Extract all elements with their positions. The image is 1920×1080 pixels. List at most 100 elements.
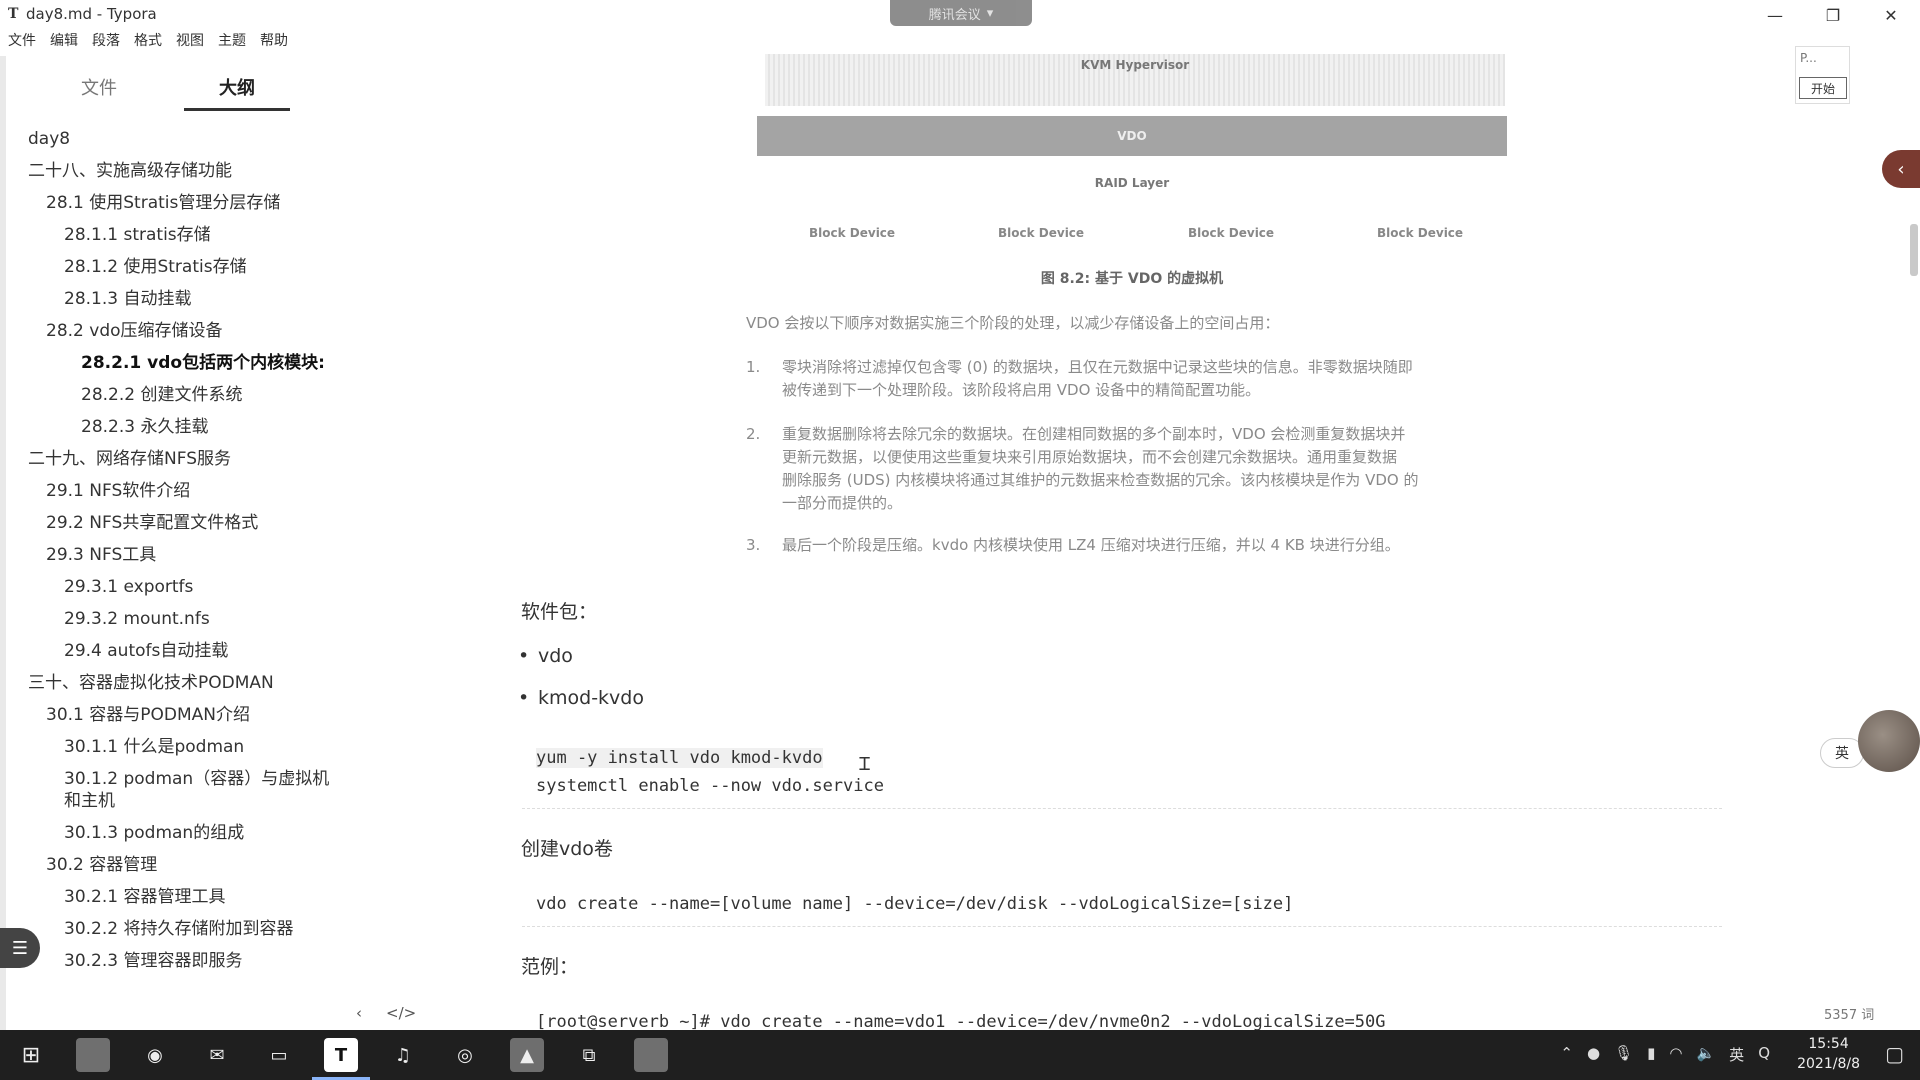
- app-thumbnail-icon[interactable]: [76, 1038, 110, 1072]
- figure-block-device: Block Device: [998, 226, 1085, 240]
- typora-app-icon: T: [8, 6, 19, 22]
- menu-edit[interactable]: 编辑: [50, 30, 78, 54]
- code-block-install[interactable]: yum -y install vdo kmod-kvdo systemctl e…: [536, 744, 884, 800]
- outline-item[interactable]: 29.1 NFS软件介绍: [22, 480, 332, 502]
- tray-app-icon[interactable]: ●: [1587, 1044, 1600, 1065]
- code-block-border: [522, 926, 1722, 927]
- word-count[interactable]: 5357 词: [1824, 1004, 1874, 1023]
- scrollbar-thumb[interactable]: [1910, 224, 1918, 276]
- outline-item[interactable]: 28.1.1 stratis存储: [22, 224, 332, 246]
- start-button[interactable]: 开始: [1799, 77, 1847, 99]
- outline-item[interactable]: 三十、容器虚拟化技术PODMAN: [22, 672, 332, 694]
- outline-item[interactable]: 28.2.1 vdo包括两个内核模块:: [22, 352, 332, 374]
- list-item: vdo: [518, 645, 573, 667]
- outline-item[interactable]: 29.2 NFS共享配置文件格式: [22, 512, 332, 534]
- input-language[interactable]: 英: [1729, 1044, 1744, 1065]
- outline-toggle-icon[interactable]: ☰: [0, 928, 40, 968]
- outline-item[interactable]: 30.1.2 podman（容器）与虚拟机和主机: [22, 768, 332, 812]
- floating-panel: P... 开始: [1795, 46, 1850, 104]
- step-3-line-1: 最后一个阶段是压缩。kvdo 内核模块使用 LZ4 压缩对块进行压缩，并以 4 …: [782, 536, 1400, 554]
- outline-item[interactable]: 29.3.2 mount.nfs: [22, 608, 332, 630]
- outline-list: day8 二十八、实施高级存储功能 28.1 使用Stratis管理分层存储 28.1…: [22, 128, 332, 982]
- outline-item[interactable]: 28.1.2 使用Stratis存储: [22, 256, 332, 278]
- outline-item[interactable]: 二十八、实施高级存储功能: [22, 160, 332, 182]
- step-2-line-2: 更新元数据，以便使用这些重复块来引用原始数据块，而不会创建冗余数据块。通用重复数…: [782, 448, 1398, 466]
- qq-icon[interactable]: Q: [1758, 1044, 1770, 1065]
- avatar[interactable]: [1858, 710, 1920, 772]
- minimize-button[interactable]: —: [1746, 0, 1804, 30]
- restore-button[interactable]: ❐: [1804, 0, 1862, 30]
- outline-item[interactable]: day8: [22, 128, 332, 150]
- list-item: kmod-kvdo: [518, 687, 644, 709]
- chevron-up-icon[interactable]: ⌃: [1560, 1044, 1573, 1065]
- outline-item[interactable]: 28.2.2 创建文件系统: [22, 384, 332, 406]
- photos-icon[interactable]: ▲: [510, 1038, 544, 1072]
- menu-view[interactable]: 视图: [176, 30, 204, 54]
- outline-item[interactable]: 29.4 autofs自动挂载: [22, 640, 332, 662]
- outline-item[interactable]: 30.2 容器管理: [22, 854, 332, 876]
- meeting-toolbar[interactable]: 腾讯会议 ▾: [890, 0, 1032, 26]
- outline-item[interactable]: 30.1.1 什么是podman: [22, 736, 332, 758]
- code-block-example[interactable]: [root@serverb ~]# vdo create --name=vdo1…: [536, 1008, 1386, 1030]
- microphone-icon[interactable]: 🎙: [1614, 1044, 1633, 1065]
- folder-icon[interactable]: ▭: [262, 1038, 296, 1072]
- collapse-sidebar-icon[interactable]: ‹: [356, 1004, 362, 1022]
- code-line: yum -y install vdo kmod-kvdo: [536, 748, 823, 768]
- example-heading: 范例：: [521, 956, 579, 978]
- wifi-icon[interactable]: ◠: [1669, 1044, 1682, 1065]
- outline-item[interactable]: 30.2.1 容器管理工具: [22, 886, 332, 908]
- swirl-app-icon[interactable]: ◎: [448, 1038, 482, 1072]
- figure-vdo-layer: VDO: [757, 116, 1507, 156]
- create-vdo-heading: 创建vdo卷: [521, 838, 613, 860]
- figure-raid-layer: RAID Layer: [1094, 176, 1170, 190]
- panel-label: P...: [1800, 51, 1817, 65]
- notification-icon[interactable]: ▢: [1885, 1042, 1904, 1066]
- windows-start-icon[interactable]: ⊞: [14, 1038, 48, 1072]
- menu-help[interactable]: 帮助: [260, 30, 288, 54]
- close-button[interactable]: ✕: [1862, 0, 1920, 30]
- chrome-icon[interactable]: ◉: [138, 1038, 172, 1072]
- battery-icon[interactable]: ▮: [1647, 1044, 1655, 1065]
- app-thumbnail-icon[interactable]: [634, 1038, 668, 1072]
- outline-item[interactable]: 二十九、网络存储NFS服务: [22, 448, 332, 470]
- system-tray: ⌃ ● 🎙 ▮ ◠ 🔈 英 Q: [1560, 1044, 1770, 1065]
- outline-item[interactable]: 30.2.2 将持久存储附加到容器: [22, 918, 332, 940]
- outline-item[interactable]: 30.1.3 podman的组成: [22, 822, 332, 844]
- outline-item[interactable]: 28.1 使用Stratis管理分层存储: [22, 192, 332, 214]
- meeting-label: 腾讯会议: [928, 7, 981, 23]
- step-1-line-1: 零块消除将过滤掉仅包含零 (0) 的数据块，且仅在元数据中记录这些块的信息。非零…: [782, 358, 1413, 376]
- outline-item[interactable]: 29.3 NFS工具: [22, 544, 332, 566]
- outline-item[interactable]: 30.1 容器与PODMAN介绍: [22, 704, 332, 726]
- menu-bar: 文件 编辑 段落 格式 视图 主题 帮助: [0, 30, 302, 54]
- figure-block-device: Block Device: [1188, 226, 1275, 240]
- tab-outline[interactable]: 大纲: [184, 74, 290, 111]
- outline-item[interactable]: 29.3.1 exportfs: [22, 576, 332, 598]
- code-line: systemctl enable --now vdo.service: [536, 776, 884, 796]
- packages-heading: 软件包：: [521, 601, 598, 623]
- menu-paragraph[interactable]: 段落: [92, 30, 120, 54]
- sidebar: 文件 大纲 day8 二十八、实施高级存储功能 28.1 使用Stratis管理分层…: [0, 56, 416, 1030]
- menu-theme[interactable]: 主题: [218, 30, 246, 54]
- outline-item[interactable]: 30.2.3 管理容器即服务: [22, 950, 332, 972]
- scrollbar[interactable]: [1912, 56, 1920, 1026]
- clock-date: 2021/8/8: [1797, 1056, 1860, 1072]
- clock-time: 15:54: [1808, 1036, 1849, 1052]
- outline-item[interactable]: 28.2.3 永久挂载: [22, 416, 332, 438]
- clock[interactable]: 15:54 2021/8/8: [1797, 1034, 1860, 1074]
- volume-icon[interactable]: 🔈: [1696, 1044, 1715, 1065]
- code-block-create[interactable]: vdo create --name=[volume name] --device…: [536, 890, 1293, 918]
- step-2-line-4: 一部分而提供的。: [782, 494, 903, 512]
- outline-item[interactable]: 28.1.3 自动挂载: [22, 288, 332, 310]
- figure-caption: 图 8.2: 基于 VDO 的虚拟机: [1040, 271, 1224, 287]
- outline-item[interactable]: 28.2 vdo压缩存储设备: [22, 320, 332, 342]
- vmware-icon[interactable]: ⧉: [572, 1038, 606, 1072]
- source-code-icon[interactable]: </>: [386, 1004, 416, 1022]
- tab-files[interactable]: 文件: [36, 74, 162, 111]
- menu-file[interactable]: 文件: [8, 30, 36, 54]
- typora-icon[interactable]: T: [324, 1038, 358, 1072]
- step-number: 1.: [746, 358, 761, 376]
- menu-format[interactable]: 格式: [134, 30, 162, 54]
- window-title: day8.md - Typora: [26, 5, 157, 23]
- netease-music-icon[interactable]: ♫: [386, 1038, 420, 1072]
- wechat-icon[interactable]: ✉: [200, 1038, 234, 1072]
